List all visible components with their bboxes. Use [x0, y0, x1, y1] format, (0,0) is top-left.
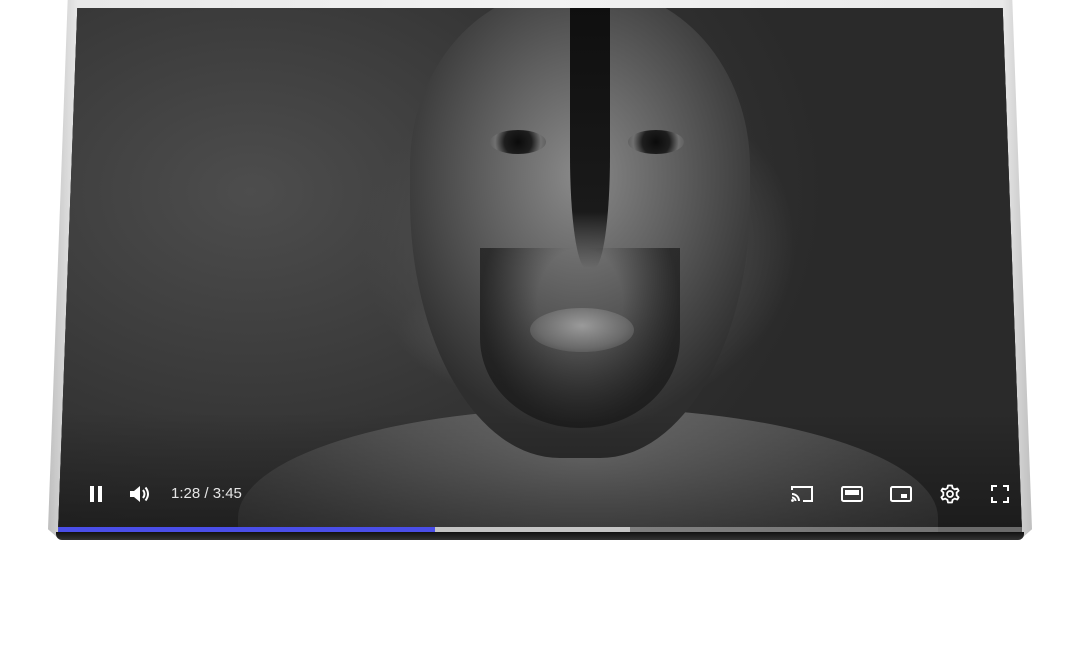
- pause-button[interactable]: [76, 472, 116, 516]
- gear-icon: [940, 484, 960, 504]
- cast-icon: [791, 486, 813, 502]
- fullscreen-icon: [991, 485, 1009, 503]
- video-player-frame: 1:28 / 3:45: [48, 0, 1032, 538]
- player-frame-base: [56, 532, 1024, 540]
- video-subject-left-eye: [490, 130, 546, 154]
- cast-button[interactable]: [780, 472, 824, 516]
- theater-mode-icon: [841, 486, 863, 502]
- video-player[interactable]: 1:28 / 3:45: [58, 8, 1022, 532]
- time-display: 1:28 / 3:45: [171, 485, 242, 502]
- video-subject-face: [410, 8, 750, 458]
- volume-button[interactable]: [118, 472, 162, 516]
- video-frame: [58, 8, 1022, 532]
- volume-icon: [130, 486, 149, 502]
- fullscreen-button[interactable]: [978, 472, 1022, 516]
- miniplayer-icon: [890, 486, 912, 502]
- video-subject-right-eye: [628, 130, 684, 154]
- pause-icon: [90, 486, 102, 502]
- settings-button[interactable]: [928, 472, 972, 516]
- player-controls: 1:28 / 3:45: [58, 472, 1022, 516]
- video-subject-mouth: [530, 308, 634, 352]
- miniplayer-button[interactable]: [879, 472, 923, 516]
- theater-mode-button[interactable]: [830, 472, 874, 516]
- stage: 1:28 / 3:45: [0, 0, 1080, 656]
